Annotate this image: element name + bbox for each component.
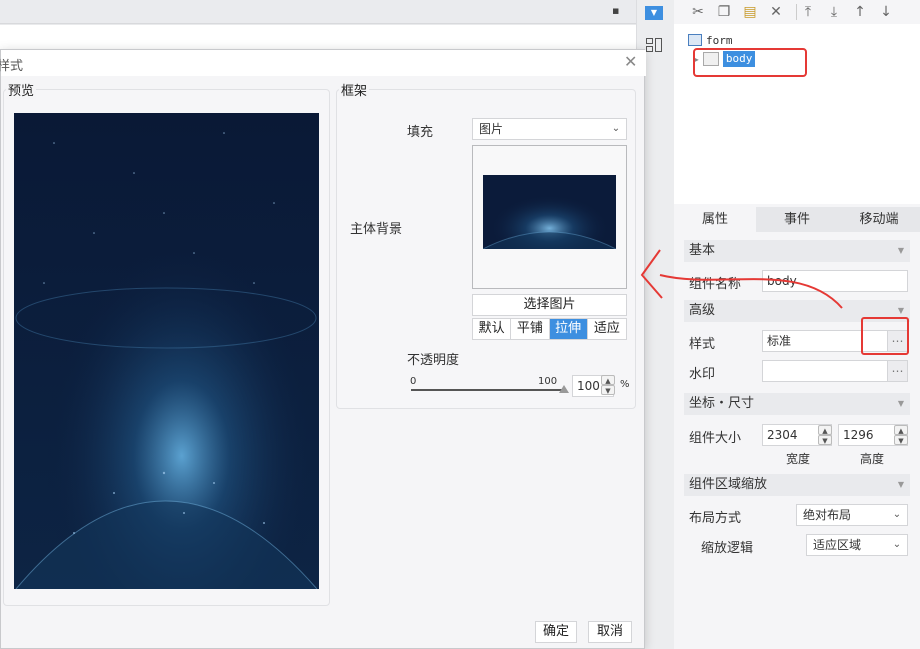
- tree-item-form[interactable]: form: [688, 33, 733, 47]
- style-label: 样式: [689, 337, 716, 352]
- opacity-slider[interactable]: [411, 389, 566, 391]
- dropdown-toggle-icon[interactable]: ▼: [645, 6, 663, 20]
- opacity-unit: %: [620, 379, 630, 390]
- section-title: 高级: [689, 303, 716, 318]
- fit-mode-fit[interactable]: 适应: [588, 319, 626, 339]
- move-to-top-icon[interactable]: ⤒: [798, 2, 818, 22]
- choose-image-button[interactable]: 选择图片: [472, 294, 627, 316]
- fit-mode-selector: 默认 平铺 拉伸 适应: [472, 318, 627, 340]
- move-to-bottom-icon[interactable]: ⤓: [824, 2, 844, 22]
- section-advanced[interactable]: 高级 ▼: [684, 300, 910, 322]
- width-caption: 宽度: [786, 452, 811, 466]
- section-zoom[interactable]: 组件区域缩放 ▼: [684, 474, 910, 496]
- width-stepper[interactable]: ▲ ▼: [818, 425, 832, 445]
- fill-label: 填充: [407, 125, 434, 140]
- background-thumbnail: [483, 175, 616, 249]
- section-basic[interactable]: 基本 ▼: [684, 240, 910, 262]
- scale-logic-select[interactable]: 适应区域 ⌄: [806, 534, 908, 556]
- fit-mode-tile[interactable]: 平铺: [511, 319, 550, 339]
- tab-mobile[interactable]: 移动端: [838, 207, 920, 232]
- confirm-button[interactable]: 确定: [535, 621, 577, 643]
- chevron-down-icon: ⌄: [611, 123, 621, 134]
- fit-mode-default[interactable]: 默认: [473, 319, 512, 339]
- paste-icon[interactable]: ▤: [740, 2, 760, 22]
- size-label: 组件大小: [689, 431, 742, 446]
- close-icon[interactable]: ✕: [624, 52, 637, 71]
- stepper-up-icon[interactable]: ▲: [818, 425, 832, 435]
- tab-properties[interactable]: 属性: [674, 207, 756, 232]
- stepper-up-icon[interactable]: ▲: [601, 375, 615, 385]
- stepper-up-icon[interactable]: ▲: [894, 425, 908, 435]
- copy-icon[interactable]: ❐: [714, 2, 734, 22]
- dialog-title: 样式: [0, 59, 24, 74]
- section-title: 基本: [689, 243, 716, 258]
- opacity-stepper[interactable]: ▲ ▼: [601, 375, 615, 395]
- layout-icon[interactable]: [646, 38, 662, 52]
- editor-top-bar: [0, 0, 636, 24]
- collapse-icon: ▼: [897, 399, 904, 408]
- opacity-max: 100: [538, 376, 558, 387]
- watermark-more-button[interactable]: …: [887, 361, 907, 381]
- fit-mode-stretch[interactable]: 拉伸: [549, 319, 588, 339]
- height-caption: 高度: [860, 452, 885, 466]
- section-title: 坐标・尺寸: [689, 396, 755, 411]
- fill-select[interactable]: 图片 ⌄: [472, 118, 627, 140]
- section-coordinates[interactable]: 坐标・尺寸 ▼: [684, 393, 910, 415]
- main-background-label: 主体背景: [350, 222, 403, 237]
- tree-item-body[interactable]: ▶ body: [694, 51, 756, 67]
- tree-item-label: form: [706, 33, 733, 47]
- expand-caret-icon[interactable]: ▶: [694, 55, 699, 64]
- chevron-down-icon: ⌄: [892, 509, 902, 520]
- component-toolbar: ✂ ❐ ▤ ✕ ⤒ ⤓ ↑ ↓: [674, 0, 920, 24]
- collapse-icon: ▼: [897, 306, 904, 315]
- frame-label: 框架: [339, 80, 370, 99]
- opacity-slider-handle[interactable]: [559, 385, 569, 393]
- collapse-icon: ▼: [897, 246, 904, 255]
- layout-select[interactable]: 绝对布局 ⌄: [796, 504, 908, 526]
- collapse-icon: ▼: [897, 480, 904, 489]
- style-value: 标准: [767, 334, 792, 348]
- move-up-icon[interactable]: ↑: [850, 2, 870, 22]
- stepper-down-icon[interactable]: ▼: [894, 435, 908, 445]
- stepper-down-icon[interactable]: ▼: [818, 435, 832, 445]
- dialog-titlebar: 样式 ✕: [0, 50, 646, 76]
- scale-logic-value: 适应区域: [813, 538, 862, 552]
- watermark-label: 水印: [689, 367, 716, 382]
- style-more-button[interactable]: …: [887, 331, 907, 351]
- property-tabs: 属性 事件 移动端: [674, 207, 920, 232]
- cancel-button[interactable]: 取消: [588, 621, 632, 643]
- height-stepper[interactable]: ▲ ▼: [894, 425, 908, 445]
- preview-image: [14, 113, 319, 589]
- tree-item-label: body: [722, 51, 756, 67]
- fill-value: 图片: [479, 122, 504, 136]
- body-icon: [702, 52, 719, 66]
- scale-logic-label: 缩放逻辑: [701, 541, 754, 556]
- pin-icon[interactable]: ▪: [612, 4, 619, 17]
- opacity-min: 0: [410, 376, 417, 387]
- component-name-input[interactable]: body: [762, 270, 908, 292]
- layout-value: 绝对布局: [803, 508, 852, 522]
- opacity-label: 不透明度: [407, 353, 460, 368]
- move-down-icon[interactable]: ↓: [876, 2, 896, 22]
- form-icon: [688, 34, 702, 46]
- delete-icon[interactable]: ✕: [766, 2, 786, 22]
- component-name-label: 组件名称: [689, 277, 742, 292]
- scissors-icon[interactable]: ✂: [688, 2, 708, 22]
- preview-label: 预览: [6, 80, 37, 99]
- chevron-down-icon: ⌄: [892, 539, 902, 550]
- layout-label: 布局方式: [689, 511, 742, 526]
- tab-events[interactable]: 事件: [756, 207, 838, 232]
- toolbar-divider: [796, 4, 797, 20]
- stepper-down-icon[interactable]: ▼: [601, 385, 615, 395]
- section-title: 组件区域缩放: [689, 477, 768, 492]
